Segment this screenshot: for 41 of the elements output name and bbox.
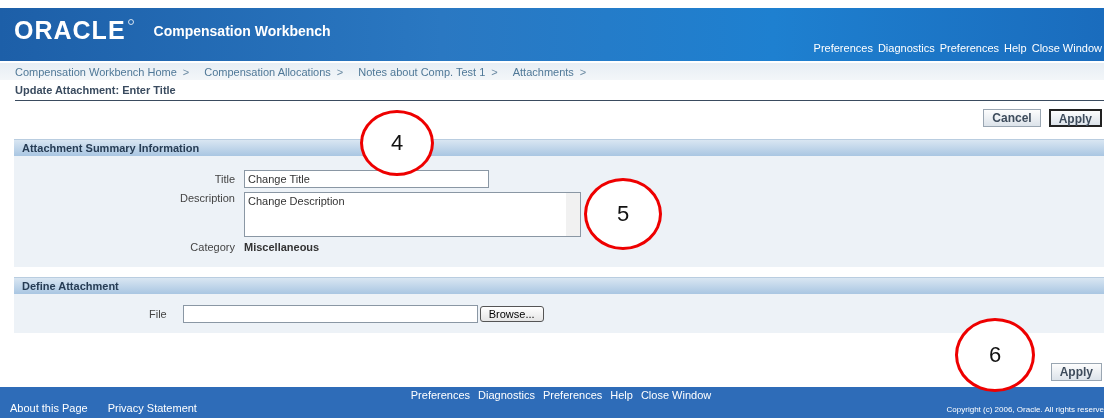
app-title: Compensation Workbench — [153, 22, 331, 39]
file-input[interactable] — [182, 304, 478, 323]
registered-mark-icon — [127, 19, 134, 25]
global-link[interactable]: Diagnostics — [877, 42, 935, 54]
field-label: Title — [213, 173, 235, 185]
footer-link[interactable]: Preferences — [542, 389, 603, 401]
browse-button[interactable]: Browse... — [479, 305, 544, 322]
field-label: Description — [178, 192, 235, 204]
footer-link[interactable]: Privacy Statement — [107, 402, 197, 414]
scrollbar[interactable] — [566, 193, 580, 236]
description-textarea[interactable]: Change Description — [244, 192, 581, 237]
breadcrumb-separator: > — [336, 65, 344, 78]
section-header: Define Attachment — [14, 277, 1104, 294]
callout-number: 4 — [360, 110, 434, 176]
footer-link[interactable]: Close Window — [640, 389, 712, 401]
global-link[interactable]: Preferences — [813, 42, 873, 54]
category-value: Miscellaneous — [244, 241, 321, 253]
breadcrumb-link[interactable]: Notes about Comp. Test 1 — [358, 65, 486, 78]
action-button[interactable]: Apply — [1048, 109, 1102, 127]
title-input[interactable]: Change Title — [244, 170, 489, 188]
breadcrumb-separator: > — [182, 65, 190, 78]
breadcrumb-link[interactable]: Compensation Workbench Home — [15, 65, 177, 78]
field-label: Category — [189, 241, 235, 253]
action-button[interactable]: Cancel — [983, 109, 1041, 127]
global-link[interactable]: Help — [1004, 42, 1027, 54]
description-text: Change Description — [247, 194, 346, 209]
breadcrumb-link[interactable]: Attachments — [512, 65, 574, 78]
footer-link[interactable]: About this Page — [10, 402, 88, 414]
global-link[interactable]: Close Window — [1031, 42, 1102, 54]
breadcrumb-link[interactable]: Compensation Allocations — [204, 65, 331, 78]
footer-link[interactable]: Diagnostics — [478, 389, 535, 401]
footer-link[interactable]: Preferences — [410, 389, 471, 401]
global-link[interactable]: Preferences — [939, 42, 1000, 54]
page-title: Update Attachment: Enter Title — [15, 80, 1104, 101]
logo: ORACLE — [14, 18, 126, 43]
copyright-text: Copyright (c) 2006, Oracle. All rights reserve — [946, 405, 1104, 414]
action-button[interactable]: Apply — [1050, 363, 1102, 381]
footer-link[interactable]: Help — [610, 389, 633, 401]
field-label: File — [149, 307, 167, 320]
breadcrumb-separator: > — [491, 65, 498, 78]
breadcrumb-separator: > — [579, 65, 587, 78]
